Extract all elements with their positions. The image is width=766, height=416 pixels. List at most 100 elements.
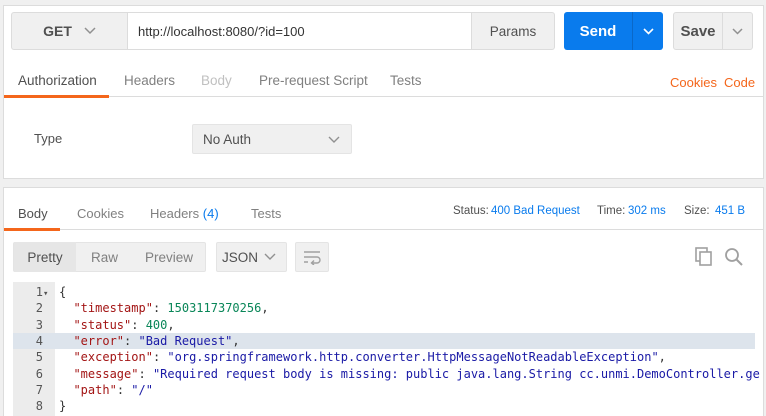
view-pretty-button[interactable]: Pretty [14,242,76,272]
line-number: 1 [35,285,43,299]
chevron-down-icon [642,27,654,35]
json-key: "message" [73,366,139,381]
json-key: "exception" [73,350,153,365]
size-label: Size: [684,205,710,217]
headers-count: (4) [202,206,219,221]
url-input[interactable]: http://localhost:8080/?id=100 [127,12,472,50]
json-punct: , [232,333,240,348]
response-tab-cookies[interactable]: Cookies [77,206,124,221]
json-key: "error" [73,333,125,348]
line-number: 3 [35,317,43,332]
auth-type-value: No Auth [203,131,252,147]
json-string: "Bad Request" [138,333,233,348]
response-tab-tests[interactable]: Tests [251,206,281,221]
json-punct [59,350,73,364]
code-text: "exception": "org.springframework.http.c… [55,349,666,365]
copy-icon[interactable] [695,247,713,267]
params-button[interactable]: Params [471,12,555,50]
code-line: 8} [13,398,755,414]
active-tab-indicator [4,95,109,98]
response-tab-headers[interactable]: Headers (4) [150,206,219,221]
json-number: 1503117370256 [167,301,262,316]
auth-type-select[interactable]: No Auth [192,124,352,154]
size-value: 451 B [715,205,746,217]
chevron-down-icon [264,253,276,260]
line-number: 2 [35,301,43,316]
json-key: "status" [73,317,132,332]
json-punct: : [116,382,132,397]
response-tab-body[interactable]: Body [18,206,48,221]
json-punct [59,334,73,348]
code-line: 4 "error": "Bad Request", [13,332,755,349]
json-punct: } [59,399,67,414]
tab-tests[interactable]: Tests [390,73,422,88]
tab-pre-request-script[interactable]: Pre-request Script [259,73,368,88]
code-line: 2 "timestamp": 1503117370256, [13,300,755,316]
line-number: 5 [35,350,43,365]
save-button[interactable]: Save [673,12,723,50]
json-number: 400 [145,317,168,332]
response-active-tab-indicator [4,228,60,231]
wrap-lines-icon [304,251,321,265]
json-punct: : [152,350,168,365]
code-text: "path": "/" [55,382,153,398]
json-string: "Required request body is missing: publi… [152,366,760,381]
tabs-divider [4,96,763,97]
status-value: 400 Bad Request [491,205,580,217]
json-string: "/" [131,382,153,397]
json-punct: : [131,317,146,332]
chevron-down-icon [732,27,743,35]
headers-label: Headers [150,206,200,221]
view-preview-button[interactable]: Preview [133,242,205,272]
json-key: "timestamp" [73,301,153,316]
code-text: "timestamp": 1503117370256, [55,300,269,316]
time-value: 302 ms [628,205,666,217]
json-punct [59,318,73,332]
json-punct: { [59,285,67,299]
response-tabs-divider [4,229,763,230]
view-raw-button[interactable]: Raw [76,242,133,272]
save-options-button[interactable] [722,12,753,50]
json-key: "path" [73,382,117,397]
line-number: 4 [35,333,43,348]
line-number: 7 [35,382,43,397]
cookies-link[interactable]: Cookies [670,75,717,90]
code-line: 3 "status": 400, [13,317,755,333]
method-label: GET [43,23,72,39]
code-text: "error": "Bad Request", [55,333,240,349]
code-text: } [55,398,66,414]
code-line: 6 "message": "Required request body is m… [13,366,760,382]
send-button[interactable]: Send [564,12,632,50]
time-label: Time: [597,205,626,217]
code-line: 5 "exception": "org.springframework.http… [13,349,755,365]
code-text: "status": 400, [55,317,175,333]
json-punct: , [658,350,666,365]
json-punct: : [152,301,168,316]
status-label: Status: [453,205,489,217]
tab-authorization[interactable]: Authorization [18,73,97,88]
code-line: 1▾{ [13,284,755,300]
auth-type-label: Type [34,131,63,146]
line-number: 6 [35,366,43,381]
json-punct: , [167,317,175,332]
json-string: "org.springframework.http.converter.Http… [167,350,659,365]
json-punct: : [124,333,139,348]
json-punct: , [261,301,269,316]
code-line: 7 "path": "/" [13,382,755,398]
send-options-button[interactable] [632,12,663,50]
chevron-down-icon [328,136,340,143]
chevron-down-icon [84,27,96,35]
tab-headers[interactable]: Headers [124,73,175,88]
json-punct [59,301,73,315]
json-punct [59,383,73,397]
method-select[interactable]: GET [11,12,128,50]
search-icon[interactable] [724,247,744,267]
json-punct: : [138,366,153,381]
format-value: JSON [221,249,258,265]
url-text: http://localhost:8080/?id=100 [138,23,305,39]
json-punct [59,367,73,381]
code-text: { [55,284,66,300]
line-number: 8 [35,399,43,414]
tab-body[interactable]: Body [201,73,232,88]
code-link[interactable]: Code [724,75,755,90]
